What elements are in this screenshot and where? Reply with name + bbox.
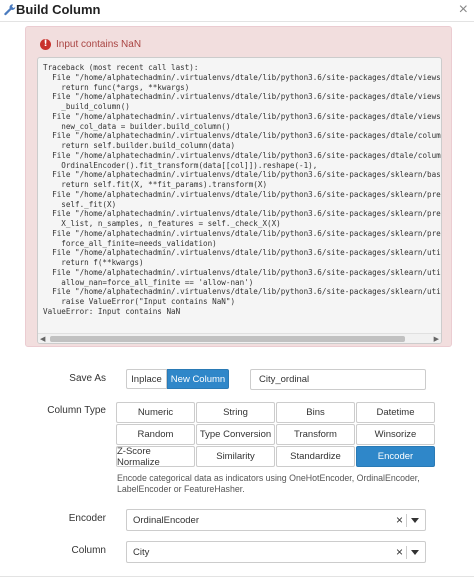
- scroll-left-icon[interactable]: ◀: [40, 335, 45, 343]
- select-separator: [406, 546, 407, 559]
- column-name-input[interactable]: [250, 369, 426, 390]
- traceback-text: Traceback (most recent call last): File …: [43, 63, 442, 316]
- chevron-down-icon[interactable]: [411, 518, 419, 523]
- encoder-clear-icon[interactable]: ×: [396, 513, 403, 527]
- scrollbar-thumb[interactable]: [50, 336, 405, 342]
- type-conversion-button[interactable]: Type Conversion: [196, 424, 275, 445]
- type-string-button[interactable]: String: [196, 402, 275, 423]
- type-standardize-button[interactable]: Standardize: [276, 446, 355, 467]
- inplace-button[interactable]: Inplace: [126, 369, 167, 389]
- error-alert: ! Input contains NaN Traceback (most rec…: [25, 26, 452, 347]
- modal-header: Build Column ×: [0, 0, 474, 22]
- save-as-label: Save As: [69, 373, 106, 384]
- traceback-panel[interactable]: Traceback (most recent call last): File …: [37, 57, 442, 344]
- column-value: City: [133, 547, 150, 558]
- wrench-icon: [4, 4, 16, 16]
- column-type-label: Column Type: [47, 405, 106, 416]
- encoder-select[interactable]: OrdinalEncoder ×: [126, 509, 426, 531]
- type-datetime-button[interactable]: Datetime: [356, 402, 435, 423]
- type-zscore-button[interactable]: Z-Score Normalize: [116, 446, 195, 468]
- modal-title: Build Column: [16, 2, 101, 17]
- scroll-right-icon[interactable]: ▶: [434, 335, 439, 343]
- divider: [0, 576, 474, 577]
- type-bins-button[interactable]: Bins: [276, 402, 355, 423]
- encoder-label: Encoder: [68, 513, 106, 524]
- column-label: Column: [71, 545, 106, 556]
- save-as-toggle: Inplace New Column: [126, 369, 229, 389]
- type-transform-button[interactable]: Transform: [276, 424, 355, 445]
- exclamation-circle-icon: !: [40, 38, 51, 50]
- select-separator: [406, 514, 407, 527]
- type-winsorize-button[interactable]: Winsorize: [356, 424, 435, 445]
- type-numeric-button[interactable]: Numeric: [116, 402, 195, 423]
- chevron-down-icon[interactable]: [411, 550, 419, 555]
- new-column-button[interactable]: New Column: [167, 369, 229, 389]
- close-button[interactable]: ×: [459, 2, 468, 18]
- column-type-description: Encode categorical data as indicators us…: [117, 473, 420, 494]
- column-select[interactable]: City ×: [126, 541, 426, 563]
- type-similarity-button[interactable]: Similarity: [196, 446, 275, 467]
- type-random-button[interactable]: Random: [116, 424, 195, 445]
- horizontal-scrollbar[interactable]: ◀ ▶: [38, 333, 441, 343]
- encoder-value: OrdinalEncoder: [133, 515, 200, 526]
- column-clear-icon[interactable]: ×: [396, 545, 403, 559]
- type-encoder-button[interactable]: Encoder: [356, 446, 435, 467]
- error-message: Input contains NaN: [56, 38, 142, 50]
- error-header: ! Input contains NaN: [40, 37, 141, 51]
